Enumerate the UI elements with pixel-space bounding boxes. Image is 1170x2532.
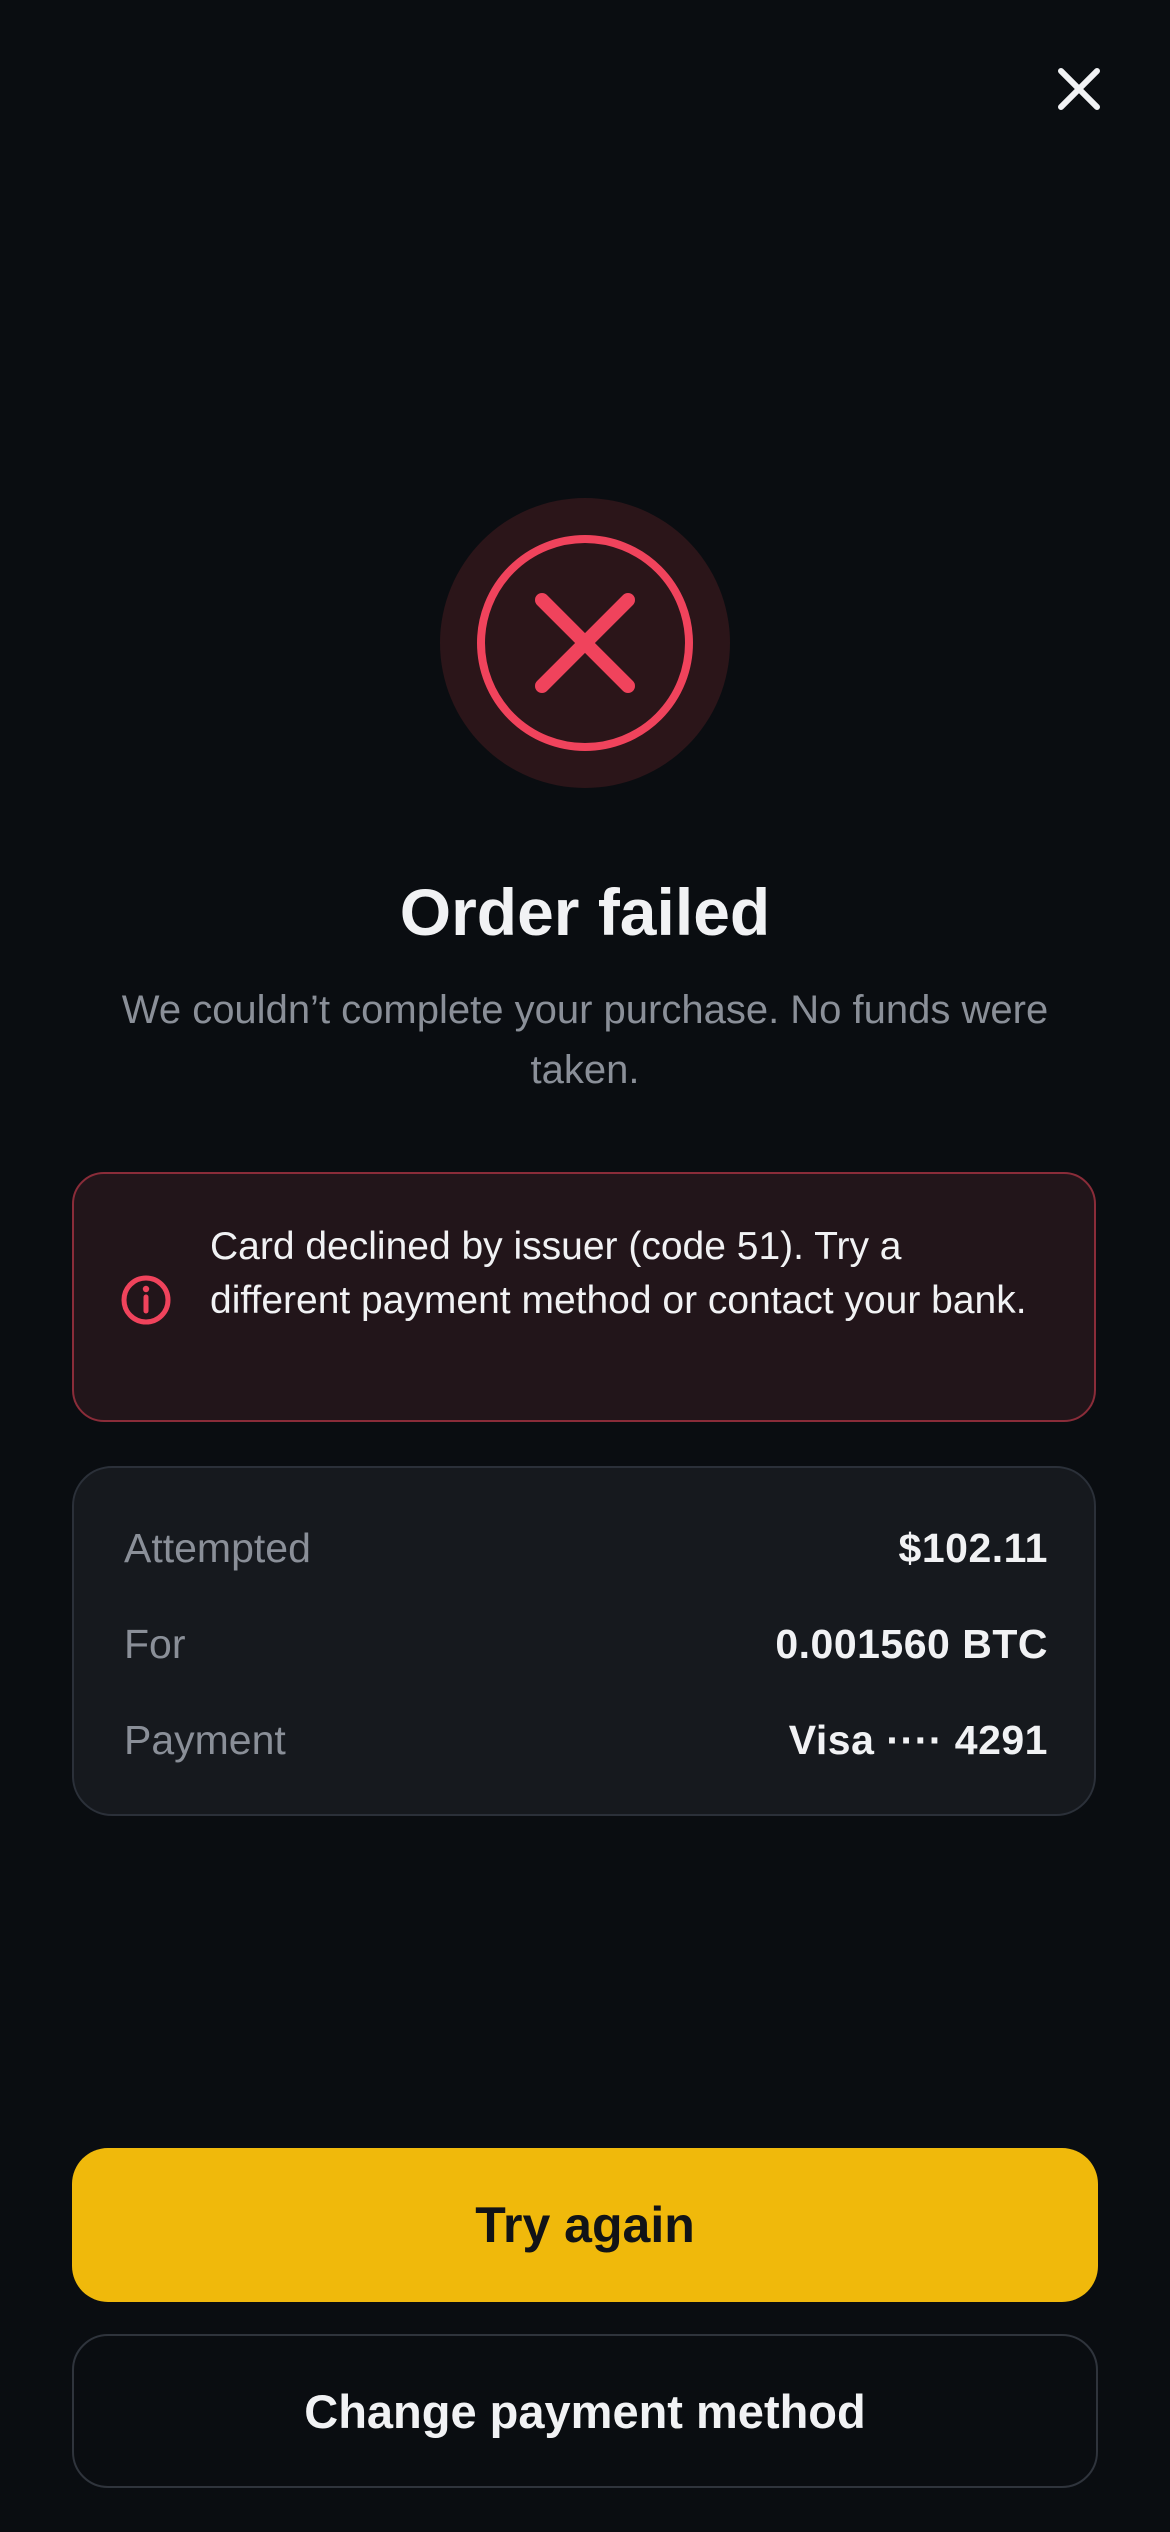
error-x-circle-icon xyxy=(477,535,693,751)
error-status-badge xyxy=(440,498,730,788)
summary-label: Payment xyxy=(124,1716,286,1763)
info-circle-icon xyxy=(121,1275,171,1325)
close-button[interactable] xyxy=(1046,56,1112,122)
summary-row-payment: Payment Visa ···· 4291 xyxy=(124,1710,1048,1770)
summary-value: $102.11 xyxy=(898,1524,1048,1571)
summary-label: For xyxy=(124,1620,186,1667)
summary-row-for: For 0.001560 BTC xyxy=(124,1614,1048,1674)
summary-value: Visa ···· 4291 xyxy=(788,1716,1048,1763)
summary-row-attempted: Attempted $102.11 xyxy=(124,1518,1048,1578)
summary-value: 0.001560 BTC xyxy=(775,1620,1048,1667)
error-alert: Card declined by issuer (code 51). Try a… xyxy=(72,1172,1096,1422)
summary-label: Attempted xyxy=(124,1524,311,1571)
order-summary-card: Attempted $102.11 For 0.001560 BTC Payme… xyxy=(72,1466,1096,1816)
close-icon xyxy=(1058,68,1100,110)
change-payment-method-button[interactable]: Change payment method xyxy=(72,2334,1098,2488)
page-subtitle: We couldn’t complete your purchase. No f… xyxy=(121,988,1049,1092)
page-title: Order failed xyxy=(399,875,771,949)
try-again-button[interactable]: Try again xyxy=(72,2148,1098,2302)
alert-message: Card declined by issuer (code 51). Try a… xyxy=(210,1225,1027,1322)
